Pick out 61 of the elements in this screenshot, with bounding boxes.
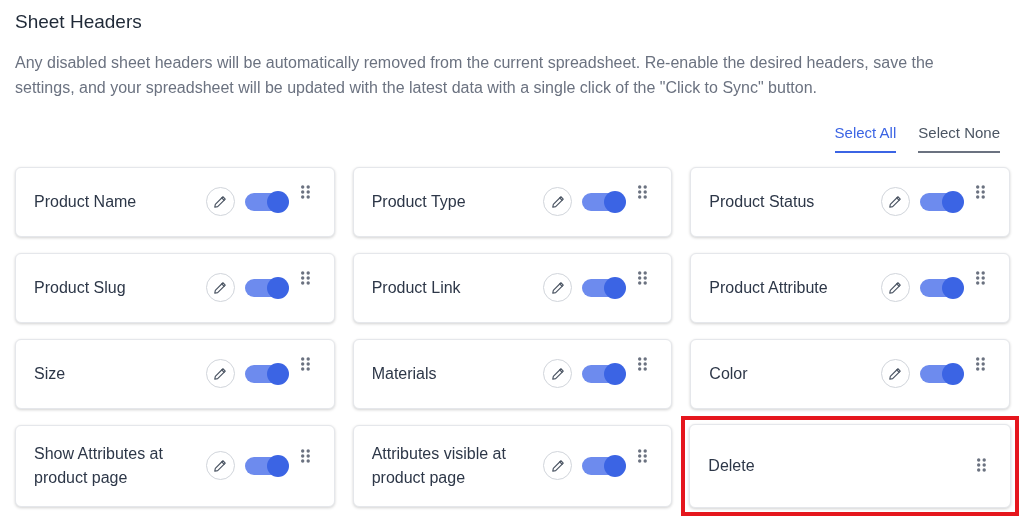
header-label: Product Name bbox=[34, 191, 138, 212]
edit-button[interactable] bbox=[881, 187, 910, 216]
header-label: Product Attribute bbox=[709, 277, 829, 298]
drag-handle-icon[interactable] bbox=[976, 185, 985, 199]
toggle-switch[interactable] bbox=[920, 276, 964, 299]
drag-handle-icon[interactable] bbox=[300, 357, 310, 371]
pencil-icon bbox=[213, 194, 228, 209]
pencil-icon bbox=[550, 458, 565, 473]
header-label: Delete bbox=[708, 455, 756, 476]
drag-handle-icon[interactable] bbox=[638, 185, 648, 199]
drag-handle-icon[interactable] bbox=[300, 185, 310, 199]
pencil-icon bbox=[550, 280, 565, 295]
edit-button[interactable] bbox=[205, 187, 235, 216]
header-label: Size bbox=[34, 363, 67, 384]
pencil-icon bbox=[213, 366, 228, 381]
edit-button[interactable] bbox=[881, 359, 910, 388]
toggle-switch[interactable] bbox=[244, 190, 289, 213]
toggle-switch[interactable] bbox=[920, 190, 964, 213]
select-link[interactable]: Select None bbox=[918, 122, 1000, 153]
pencil-icon bbox=[550, 366, 565, 381]
toggle-switch[interactable] bbox=[582, 276, 627, 299]
header-label: Product Slug bbox=[34, 277, 127, 298]
drag-handle-icon[interactable] bbox=[300, 449, 310, 463]
edit-button[interactable] bbox=[205, 451, 235, 480]
pencil-icon bbox=[888, 366, 903, 381]
header-label: Product Link bbox=[371, 277, 462, 298]
toggle-switch[interactable] bbox=[582, 190, 627, 213]
header-label: Product Status bbox=[709, 191, 816, 212]
drag-handle-icon[interactable] bbox=[638, 357, 648, 371]
page-title: Sheet Headers bbox=[15, 10, 143, 34]
pencil-icon bbox=[888, 194, 903, 209]
header-label: Materials bbox=[371, 363, 438, 384]
edit-button[interactable] bbox=[543, 359, 573, 388]
pencil-icon bbox=[550, 194, 565, 209]
edit-button[interactable] bbox=[881, 273, 910, 302]
toggle-switch[interactable] bbox=[582, 454, 627, 477]
drag-handle-icon[interactable] bbox=[638, 271, 648, 285]
select-link[interactable]: Select All bbox=[834, 122, 897, 153]
drag-handle-icon[interactable] bbox=[977, 457, 986, 472]
header-label: Attributes visible at product page bbox=[371, 443, 507, 488]
pencil-icon bbox=[213, 458, 228, 473]
header-label: Product Type bbox=[371, 191, 467, 212]
description: Any disabled sheet headers will be automatically removed from the current spreadsheet. Re-enable the desired headers, save the settings, and your spreadsheet will be updated with the latest data with a single click of the "Click to Sync" button. bbox=[15, 53, 935, 98]
header-label: Color bbox=[709, 363, 749, 384]
edit-button[interactable] bbox=[543, 273, 573, 302]
drag-handle-icon[interactable] bbox=[976, 271, 985, 285]
edit-button[interactable] bbox=[205, 359, 235, 388]
drag-handle-icon[interactable] bbox=[638, 449, 648, 463]
header-label: Show Attributes at product page bbox=[34, 443, 164, 488]
toggle-switch[interactable] bbox=[920, 362, 964, 385]
edit-button[interactable] bbox=[205, 273, 235, 302]
drag-handle-icon[interactable] bbox=[976, 357, 985, 371]
pencil-icon bbox=[888, 280, 903, 295]
toggle-switch[interactable] bbox=[244, 276, 289, 299]
toggle-switch[interactable] bbox=[244, 454, 289, 477]
drag-handle-icon[interactable] bbox=[300, 271, 310, 285]
edit-button[interactable] bbox=[543, 187, 573, 216]
edit-button[interactable] bbox=[543, 451, 573, 480]
toggle-switch[interactable] bbox=[582, 362, 627, 385]
toggle-switch[interactable] bbox=[244, 362, 289, 385]
pencil-icon bbox=[213, 280, 228, 295]
